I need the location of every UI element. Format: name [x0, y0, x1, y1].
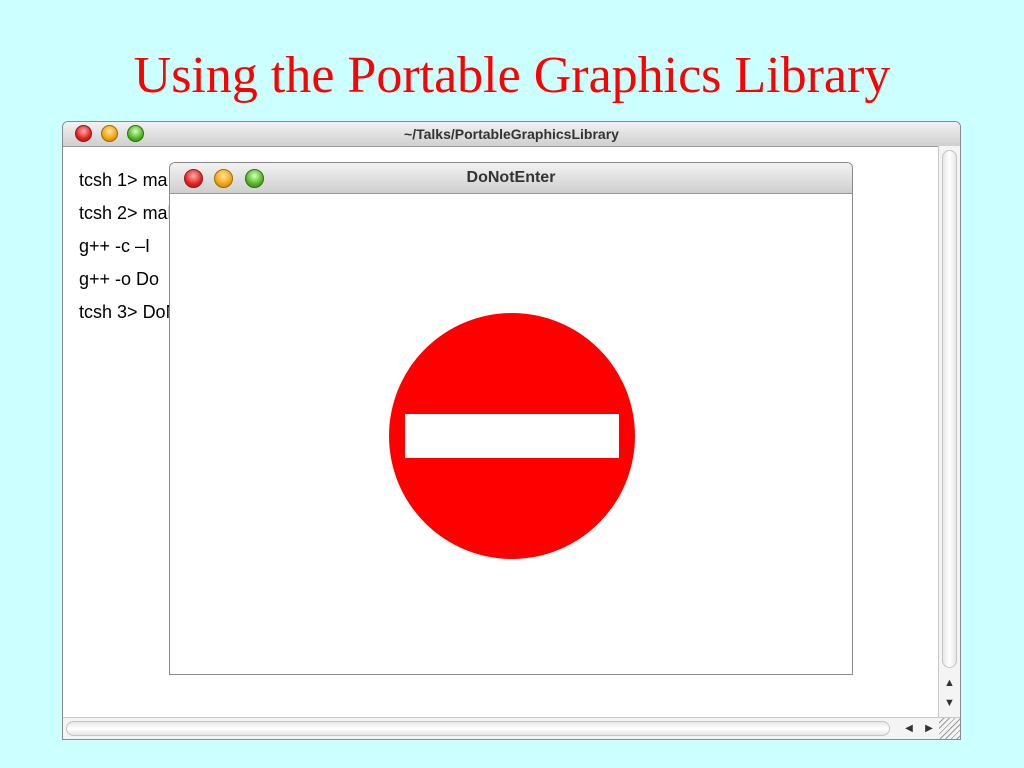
- scroll-down-icon[interactable]: ▼: [939, 694, 960, 712]
- terminal-title: ~/Talks/PortableGraphicsLibrary: [404, 126, 619, 142]
- horizontal-scrollbar[interactable]: ◀ ▶: [63, 717, 960, 739]
- terminal-line-4: g++ -o Do: [79, 263, 179, 296]
- scroll-right-icon[interactable]: ▶: [920, 718, 938, 739]
- resize-grip-icon[interactable]: [939, 718, 960, 739]
- horizontal-scroll-thumb[interactable]: [66, 721, 890, 736]
- terminal-line-5: tcsh 3> DoN: [79, 296, 179, 329]
- vertical-scroll-thumb[interactable]: [942, 150, 957, 668]
- scroll-left-icon[interactable]: ◀: [900, 718, 918, 739]
- vertical-scrollbar[interactable]: ▲ ▼: [938, 146, 960, 718]
- terminal-line-3: g++ -c –I: [79, 230, 179, 263]
- terminal-line-1: tcsh 1> ma: [79, 164, 179, 197]
- donotenter-titlebar[interactable]: DoNotEnter: [170, 163, 852, 194]
- donotenter-title: DoNotEnter: [466, 169, 556, 186]
- terminal-prompt: tcsh 1>: [79, 170, 138, 190]
- terminal-titlebar[interactable]: ~/Talks/PortableGraphicsLibrary: [63, 122, 960, 147]
- terminal-command: g++ -o Do: [79, 269, 160, 289]
- terminal-command: g++ -c –I: [79, 236, 151, 256]
- terminal-prompt: tcsh 3>: [79, 302, 138, 322]
- do-not-enter-sign: [389, 313, 635, 559]
- terminal-command: ma: [142, 170, 168, 190]
- sign-bar: [405, 414, 619, 458]
- slide-title: Using the Portable Graphics Library: [133, 47, 891, 104]
- terminal-output[interactable]: tcsh 1> ma tcsh 2> mak g++ -c –I g++ -o …: [79, 164, 179, 329]
- terminal-prompt: tcsh 2>: [79, 203, 138, 223]
- scroll-up-icon[interactable]: ▲: [939, 674, 960, 692]
- donotenter-window: DoNotEnter: [169, 162, 853, 675]
- terminal-line-2: tcsh 2> mak: [79, 197, 179, 230]
